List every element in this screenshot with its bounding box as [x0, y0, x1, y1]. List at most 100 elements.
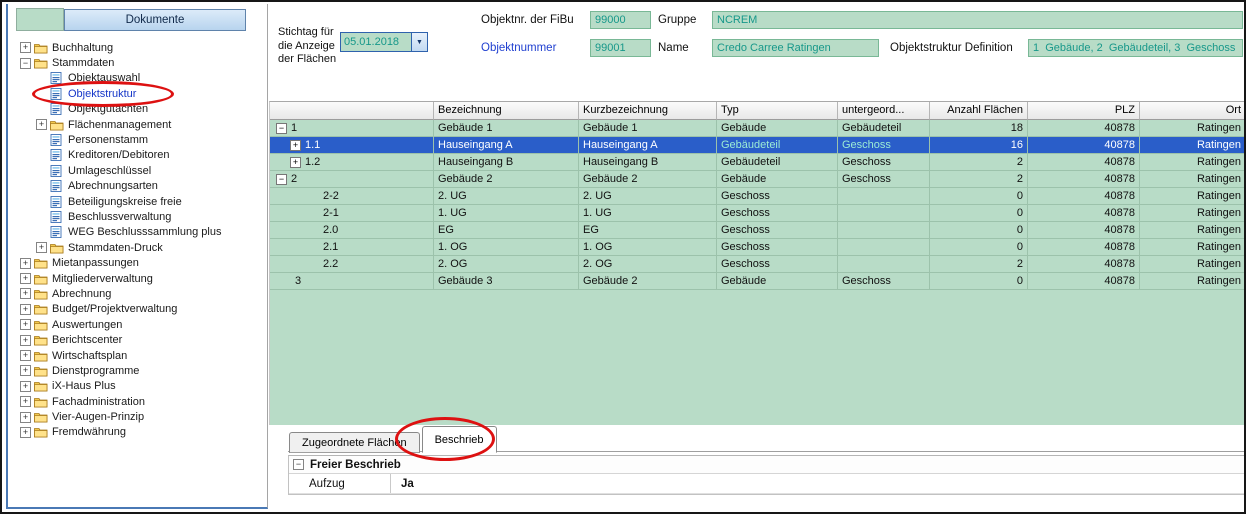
- table-row-1-1[interactable]: +1.1Hauseingang AHauseingang AGebäudetei…: [270, 137, 1246, 154]
- tree-item-label: Abrechnungsarten: [68, 180, 158, 192]
- expand-icon[interactable]: +: [20, 350, 31, 361]
- dokumente-button[interactable]: Dokumente: [64, 9, 246, 31]
- table-row-2-1[interactable]: 2-11. UG1. UGGeschoss040878Ratingen: [270, 205, 1246, 222]
- beschrieb-panel: − Freier Beschrieb AufzugJa: [288, 455, 1245, 495]
- cell-plz: 40878: [1028, 222, 1140, 239]
- sidebar-item-ix-haus-plus[interactable]: + iX-Haus Plus: [16, 379, 268, 394]
- cell-kurzbezeichnung: 2. UG: [579, 188, 717, 205]
- expand-icon[interactable]: +: [20, 288, 31, 299]
- sidebar-item-beschlussverwaltung[interactable]: Beschlussverwaltung: [16, 209, 268, 224]
- tab-zugeordnete-flächen[interactable]: Zugeordnete Flächen: [289, 432, 420, 453]
- sidebar-item-umlageschlüssel[interactable]: Umlageschlüssel: [16, 163, 268, 178]
- sidebar-item-auswertungen[interactable]: +Auswertungen: [16, 317, 268, 332]
- expand-icon[interactable]: +: [290, 140, 301, 151]
- name-value: Credo Carree Ratingen: [712, 39, 879, 57]
- sidebar-item-fachadministration[interactable]: +Fachadministration: [16, 394, 268, 409]
- cell-anzahl-flaechen: 2: [930, 154, 1028, 171]
- sidebar-item-buchhaltung[interactable]: +Buchhaltung: [16, 40, 268, 55]
- tree-number-cell: 2.1: [270, 239, 434, 256]
- column-header-untergeord[interactable]: untergeord...: [838, 102, 930, 120]
- tree-item-label: Dienstprogramme: [52, 365, 139, 377]
- expand-icon[interactable]: +: [20, 42, 31, 53]
- cell-untergeordnet: Geschoss: [838, 137, 930, 154]
- table-row-3[interactable]: 3Gebäude 3Gebäude 2GebäudeGeschoss040878…: [270, 273, 1246, 290]
- table-row-2-0[interactable]: 2.0EGEGGeschoss040878Ratingen: [270, 222, 1246, 239]
- expand-icon[interactable]: +: [20, 412, 31, 423]
- cell-plz: 40878: [1028, 171, 1140, 188]
- sidebar-item-kreditoren-debitoren[interactable]: Kreditoren/Debitoren: [16, 148, 268, 163]
- sidebar-item-berichtscenter[interactable]: +Berichtscenter: [16, 332, 268, 347]
- expand-icon[interactable]: +: [36, 242, 47, 253]
- cell-bezeichnung: 2. UG: [434, 188, 579, 205]
- objektnummer-label[interactable]: Objektnummer: [481, 42, 556, 54]
- cell-kurzbezeichnung: Gebäude 1: [579, 120, 717, 137]
- column-header-plz[interactable]: PLZ: [1028, 102, 1140, 120]
- column-header-ort[interactable]: Ort: [1140, 102, 1246, 120]
- sidebar-item-mitgliederverwaltung[interactable]: +Mitgliederverwaltung: [16, 271, 268, 286]
- sidebar-item-vier-augen-prinzip[interactable]: +Vier-Augen-Prinzip: [16, 409, 268, 424]
- sidebar-item-flächenmanagement[interactable]: +Flächenmanagement: [16, 117, 268, 132]
- expand-icon[interactable]: +: [20, 273, 31, 284]
- collapse-icon[interactable]: −: [276, 174, 287, 185]
- table-row-2[interactable]: −2Gebäude 2Gebäude 2GebäudeGeschoss24087…: [270, 171, 1246, 188]
- column-header-kurzbezeichnung[interactable]: Kurzbezeichnung: [579, 102, 717, 120]
- cell-plz: 40878: [1028, 256, 1140, 273]
- folder-icon: [34, 303, 50, 315]
- expand-icon[interactable]: +: [20, 335, 31, 346]
- table-row-2-2[interactable]: 2.22. OG2. OGGeschoss240878Ratingen: [270, 256, 1246, 273]
- column-header-tree[interactable]: [270, 102, 434, 120]
- table-row-1[interactable]: −1Gebäude 1Gebäude 1GebäudeGebäudeteil18…: [270, 120, 1246, 137]
- expand-icon[interactable]: +: [20, 427, 31, 438]
- tree-item-label: iX-Haus Plus: [52, 380, 116, 392]
- column-header-typ[interactable]: Typ: [717, 102, 838, 120]
- detail-value[interactable]: Ja: [391, 474, 414, 493]
- sidebar-item-objektgutachten[interactable]: Objektgutachten: [16, 102, 268, 117]
- column-header-bezeichnung[interactable]: Bezeichnung: [434, 102, 579, 120]
- sidebar-item-stammdaten-druck[interactable]: +Stammdaten-Druck: [16, 240, 268, 255]
- expand-icon[interactable]: +: [20, 304, 31, 315]
- expand-icon[interactable]: +: [20, 319, 31, 330]
- column-header-anzahl-flächen[interactable]: Anzahl Flächen: [930, 102, 1028, 120]
- sidebar-item-personenstamm[interactable]: Personenstamm: [16, 132, 268, 147]
- cell-untergeordnet: [838, 239, 930, 256]
- collapse-icon[interactable]: −: [276, 123, 287, 134]
- sidebar-item-abrechnungsarten[interactable]: Abrechnungsarten: [16, 179, 268, 194]
- sidebar-item-weg-beschlusssammlung-plus[interactable]: WEG Beschlusssammlung plus: [16, 225, 268, 240]
- stichtag-label: Stichtag für die Anzeige der Flächen: [278, 26, 344, 67]
- cell-ort: Ratingen: [1140, 222, 1246, 239]
- folder-icon: [34, 365, 50, 377]
- table-row-1-2[interactable]: +1.2Hauseingang BHauseingang BGebäudetei…: [270, 154, 1246, 171]
- doc-icon: [50, 165, 66, 177]
- expand-icon[interactable]: +: [20, 365, 31, 376]
- tab-beschrieb[interactable]: Beschrieb: [422, 426, 497, 453]
- cell-untergeordnet: [838, 256, 930, 273]
- sidebar-item-dienstprogramme[interactable]: + Dienstprogramme: [16, 363, 268, 378]
- tree-item-label: Budget/Projektverwaltung: [52, 303, 177, 315]
- sidebar-item-mietanpassungen[interactable]: +Mietanpassungen: [16, 255, 268, 270]
- collapse-icon[interactable]: −: [20, 58, 31, 69]
- table-row-2-1[interactable]: 2.11. OG1. OGGeschoss040878Ratingen: [270, 239, 1246, 256]
- tree-item-label: Abrechnung: [52, 288, 111, 300]
- sidebar-item-budget-projektverwaltung[interactable]: + Budget/Projektverwaltung: [16, 302, 268, 317]
- sidebar-item-stammdaten[interactable]: − Stammdaten: [16, 55, 268, 70]
- cell-untergeordnet: [838, 188, 930, 205]
- table-row-2-2[interactable]: 2-22. UG2. UGGeschoss040878Ratingen: [270, 188, 1246, 205]
- expand-icon[interactable]: +: [20, 396, 31, 407]
- sidebar-item-wirtschaftsplan[interactable]: +Wirtschaftsplan: [16, 348, 268, 363]
- dropdown-arrow-icon[interactable]: ▼: [411, 33, 427, 51]
- sidebar-item-objektstruktur[interactable]: Objektstruktur: [16, 86, 268, 101]
- sidebar-item-fremdwährung[interactable]: +Fremdwährung: [16, 425, 268, 440]
- doc-icon: [50, 134, 66, 146]
- collapse-icon[interactable]: −: [293, 459, 304, 470]
- expand-icon[interactable]: +: [290, 157, 301, 168]
- sidebar-item-objektauswahl[interactable]: Objektauswahl: [16, 71, 268, 86]
- date-select[interactable]: 05.01.2018 ▼: [340, 32, 428, 52]
- expand-icon[interactable]: +: [20, 258, 31, 269]
- expand-icon[interactable]: +: [36, 119, 47, 130]
- sidebar-item-beteiligungskreise-freie[interactable]: Beteiligungskreise freie: [16, 194, 268, 209]
- tab-strip: Zugeordnete FlächenBeschrieb: [289, 426, 497, 453]
- tree-item-label: Stammdaten: [52, 57, 114, 69]
- cell-typ: Geschoss: [717, 239, 838, 256]
- sidebar-item-abrechnung[interactable]: + Abrechnung: [16, 286, 268, 301]
- expand-icon[interactable]: +: [20, 381, 31, 392]
